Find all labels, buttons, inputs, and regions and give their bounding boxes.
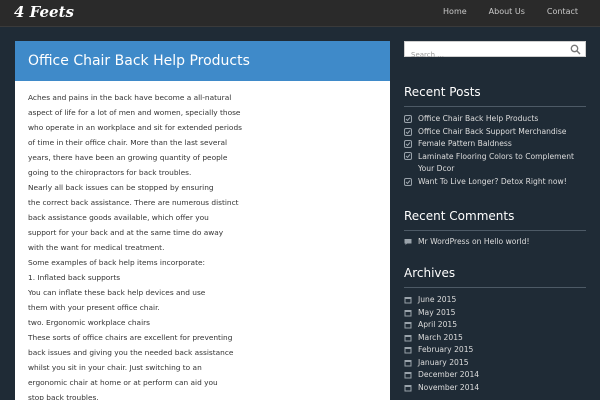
- post-line: Nearly all back issues can be stopped by…: [28, 183, 214, 192]
- post-line: the correct back assistance. There are n…: [28, 198, 239, 207]
- post-line: back assistance goods available, which o…: [28, 213, 209, 222]
- recent-post-item: Female Pattern Baldness: [404, 138, 586, 151]
- archive-link[interactable]: June 2015: [418, 295, 456, 304]
- checkbox-icon: [404, 115, 412, 123]
- post-line: two. Ergonomic workplace chairs: [28, 318, 151, 327]
- search-icon[interactable]: [569, 43, 582, 56]
- nav-home-link[interactable]: Home: [443, 7, 467, 16]
- recent-post-link[interactable]: Laminate Flooring Colors to Complement Y…: [418, 152, 574, 174]
- post-line: Some examples of back help items incorpo…: [28, 258, 206, 267]
- comment-author-link[interactable]: Mr WordPress: [418, 237, 470, 246]
- search-form: [404, 41, 586, 62]
- sidebar: Recent Posts Office Chair Back Help Prod…: [404, 41, 586, 394]
- recent-posts-widget: Recent Posts Office Chair Back Help Prod…: [404, 85, 586, 188]
- post-line: ergonomic chair at home or at perform ca…: [28, 378, 218, 387]
- archive-item: February 2015: [404, 344, 586, 357]
- archive-item: March 2015: [404, 332, 586, 345]
- comment-post-link[interactable]: Hello world!: [484, 237, 530, 246]
- site-title-link[interactable]: 4 Feets: [14, 3, 74, 21]
- post-header: Office Chair Back Help Products: [15, 41, 390, 81]
- recent-post-link[interactable]: Office Chair Back Support Merchandise: [418, 127, 566, 136]
- recent-post-item: Office Chair Back Support Merchandise: [404, 126, 586, 139]
- archive-item: May 2015: [404, 307, 586, 320]
- checkbox-icon: [404, 127, 412, 136]
- archives-title: Archives: [404, 266, 456, 280]
- checkbox-icon: [404, 151, 412, 160]
- post-line: who operate in an workplace and sit for …: [28, 123, 242, 132]
- post-line: of time in their office chair. More than…: [28, 138, 228, 147]
- post-line: 1. Inflated back supports: [28, 273, 121, 282]
- post-line: Aches and pains in the back have become …: [28, 93, 232, 102]
- calendar-icon: [404, 359, 412, 366]
- nav-about-link[interactable]: About Us: [489, 7, 525, 16]
- recent-post-link[interactable]: Office Chair Back Help Products: [418, 114, 538, 123]
- post-title: Office Chair Back Help Products: [28, 53, 250, 69]
- calendar-icon: [404, 347, 412, 354]
- archive-link[interactable]: March 2015: [418, 333, 463, 342]
- recent-post-link[interactable]: Want To Live Longer? Detox Right now!: [418, 177, 567, 186]
- checkbox-icon: [404, 177, 412, 186]
- recent-post-item: Office Chair Back Help Products: [404, 113, 586, 126]
- post-line: support for your back and at the same ti…: [28, 228, 224, 237]
- calendar-icon: [404, 297, 412, 304]
- nav-contact-link[interactable]: Contact: [547, 7, 578, 16]
- calendar-icon: [404, 334, 412, 341]
- archive-link[interactable]: December 2014: [418, 370, 479, 379]
- archive-item: January 2015: [404, 357, 586, 370]
- archive-link[interactable]: January 2015: [418, 358, 469, 367]
- archive-link[interactable]: February 2015: [418, 345, 473, 354]
- recent-comment-item: Mr WordPress on Hello world!: [404, 237, 586, 246]
- archive-item: November 2014: [404, 382, 586, 395]
- post-line: with the want for medical treatment.: [28, 243, 165, 252]
- calendar-icon: [404, 309, 412, 316]
- widget-divider: [404, 106, 586, 107]
- post-line: back issues and giving you the needed ba…: [28, 348, 234, 357]
- recent-post-link[interactable]: Female Pattern Baldness: [418, 139, 512, 148]
- calendar-icon: [404, 384, 412, 391]
- calendar-icon: [404, 372, 412, 379]
- recent-post-item: Want To Live Longer? Detox Right now!: [404, 176, 586, 189]
- calendar-icon: [404, 322, 412, 329]
- post-line: You can inflate these back help devices …: [28, 288, 206, 297]
- archive-item: June 2015: [404, 294, 586, 307]
- recent-comments-widget: Recent Comments Mr WordPress on Hello wo…: [404, 209, 586, 246]
- recent-comments-title: Recent Comments: [404, 209, 515, 223]
- post-article: Office Chair Back Help Products Aches an…: [15, 41, 390, 400]
- post-line: them with your present office chair.: [28, 303, 160, 312]
- main-nav: Home About Us Contact: [421, 7, 578, 16]
- comment-on-text: on: [472, 237, 482, 246]
- search-input[interactable]: [405, 48, 565, 62]
- archive-item: April 2015: [404, 319, 586, 332]
- widget-divider: [404, 230, 586, 231]
- recent-post-item: Laminate Flooring Colors to Complement Y…: [404, 151, 586, 176]
- post-line: aspect of life for a lot of men and wome…: [28, 108, 241, 117]
- widget-divider: [404, 287, 586, 288]
- archive-item: December 2014: [404, 369, 586, 382]
- post-line: going to the chiropractors for back trou…: [28, 168, 192, 177]
- post-line: whilst you sit in your chair. Just switc…: [28, 363, 202, 372]
- post-line: These sorts of office chairs are excelle…: [28, 333, 233, 342]
- post-line: years, there have been an growing quanti…: [28, 153, 228, 162]
- recent-posts-title: Recent Posts: [404, 85, 481, 99]
- archive-link[interactable]: May 2015: [418, 308, 455, 317]
- post-line: stop back troubles.: [28, 393, 99, 400]
- archives-widget: Archives June 2015 May 2015 April 2015 M…: [404, 266, 586, 394]
- post-body: Aches and pains in the back have become …: [15, 81, 390, 400]
- top-navbar: 4 Feets Home About Us Contact: [0, 0, 600, 27]
- archive-link[interactable]: November 2014: [418, 383, 479, 392]
- checkbox-icon: [404, 140, 412, 148]
- archive-link[interactable]: April 2015: [418, 320, 457, 329]
- comment-icon: [404, 239, 412, 245]
